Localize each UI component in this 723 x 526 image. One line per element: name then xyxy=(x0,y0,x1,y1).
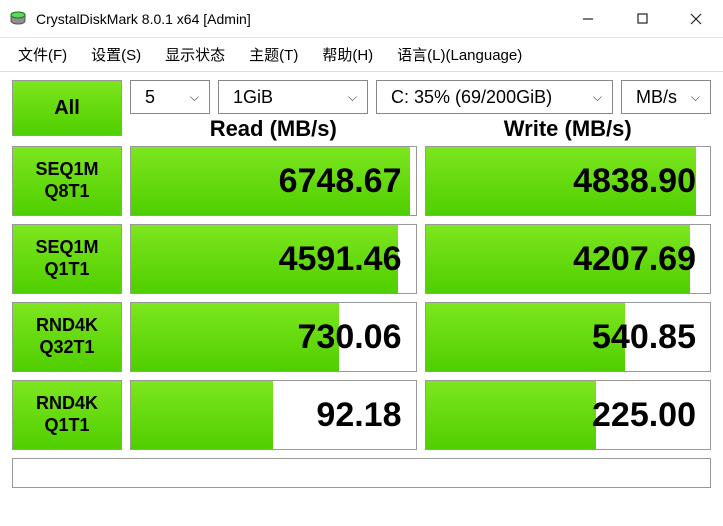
menu-help[interactable]: 帮助(H) xyxy=(310,40,385,69)
status-strip xyxy=(12,458,711,488)
read-value: 6748.67 xyxy=(279,162,402,201)
benchmark-row: SEQ1MQ8T1 6748.67 4838.90 xyxy=(12,146,711,216)
test-button-seq1m-q1t1[interactable]: SEQ1MQ1T1 xyxy=(12,224,122,294)
write-value-cell: 4838.90 xyxy=(425,146,712,216)
read-column-header: Read (MB/s) xyxy=(130,116,417,142)
benchmark-row: RND4KQ1T1 92.18 225.00 xyxy=(12,380,711,450)
window-title: CrystalDiskMark 8.0.1 x64 [Admin] xyxy=(36,11,251,27)
benchmark-row: RND4KQ32T1 730.06 540.85 xyxy=(12,302,711,372)
header-spacer xyxy=(12,116,122,142)
read-value-cell: 4591.46 xyxy=(130,224,417,294)
menubar: 文件(F) 设置(S) 显示状态 主题(T) 帮助(H) 语言(L)(Langu… xyxy=(0,38,723,72)
test-name-line2: Q32T1 xyxy=(39,337,94,359)
menu-theme[interactable]: 主题(T) xyxy=(237,40,310,69)
write-value-cell: 540.85 xyxy=(425,302,712,372)
menu-file[interactable]: 文件(F) xyxy=(6,40,79,69)
benchmark-rows: SEQ1MQ8T16748.674838.90SEQ1MQ1T14591.464… xyxy=(12,146,711,450)
menu-language[interactable]: 语言(L)(Language) xyxy=(385,40,534,69)
read-value-cell: 92.18 xyxy=(130,380,417,450)
write-value-cell: 225.00 xyxy=(425,380,712,450)
read-value-cell: 6748.67 xyxy=(130,146,417,216)
test-name-line1: SEQ1M xyxy=(35,237,98,259)
write-value: 540.85 xyxy=(592,318,696,357)
drive-value: C: 35% (69/200GiB) xyxy=(391,87,552,108)
write-column-header: Write (MB/s) xyxy=(425,116,712,142)
test-button-rnd4k-q32t1[interactable]: RND4KQ32T1 xyxy=(12,302,122,372)
maximize-button[interactable] xyxy=(615,0,669,37)
test-button-seq1m-q8t1[interactable]: SEQ1MQ8T1 xyxy=(12,146,122,216)
window-controls xyxy=(561,0,723,37)
column-headers: Read (MB/s) Write (MB/s) xyxy=(12,116,711,142)
menu-state[interactable]: 显示状态 xyxy=(153,40,237,69)
read-value: 730.06 xyxy=(298,318,402,357)
chevron-down-icon: ⌵ xyxy=(593,90,602,105)
unit-value: MB/s xyxy=(636,87,677,108)
app-icon xyxy=(8,9,28,29)
test-button-rnd4k-q1t1[interactable]: RND4KQ1T1 xyxy=(12,380,122,450)
close-button[interactable] xyxy=(669,0,723,37)
read-bar xyxy=(131,381,273,449)
content-area: All 5 ⌵ 1GiB ⌵ C: 35% (69/200GiB) ⌵ MB/s… xyxy=(0,72,723,500)
drive-select[interactable]: C: 35% (69/200GiB) ⌵ xyxy=(376,80,613,114)
benchmark-row: SEQ1MQ1T1 4591.46 4207.69 xyxy=(12,224,711,294)
minimize-button[interactable] xyxy=(561,0,615,37)
chevron-down-icon: ⌵ xyxy=(348,90,357,105)
test-name-line2: Q1T1 xyxy=(44,415,89,437)
titlebar: CrystalDiskMark 8.0.1 x64 [Admin] xyxy=(0,0,723,38)
menu-settings[interactable]: 设置(S) xyxy=(79,40,153,69)
write-value: 4838.90 xyxy=(573,162,696,201)
test-name-line1: RND4K xyxy=(36,393,98,415)
test-name-line2: Q1T1 xyxy=(44,259,89,281)
test-name-line2: Q8T1 xyxy=(44,181,89,203)
test-name-line1: SEQ1M xyxy=(35,159,98,181)
read-value-cell: 730.06 xyxy=(130,302,417,372)
size-value: 1GiB xyxy=(233,87,273,108)
test-name-line1: RND4K xyxy=(36,315,98,337)
write-value-cell: 4207.69 xyxy=(425,224,712,294)
size-select[interactable]: 1GiB ⌵ xyxy=(218,80,368,114)
read-value: 4591.46 xyxy=(279,240,402,279)
runs-value: 5 xyxy=(145,87,155,108)
chevron-down-icon: ⌵ xyxy=(190,90,199,105)
chevron-down-icon: ⌵ xyxy=(691,90,700,105)
write-value: 4207.69 xyxy=(573,240,696,279)
write-value: 225.00 xyxy=(592,396,696,435)
runs-select[interactable]: 5 ⌵ xyxy=(130,80,210,114)
read-value: 92.18 xyxy=(316,396,401,435)
unit-select[interactable]: MB/s ⌵ xyxy=(621,80,711,114)
write-bar xyxy=(426,381,597,449)
